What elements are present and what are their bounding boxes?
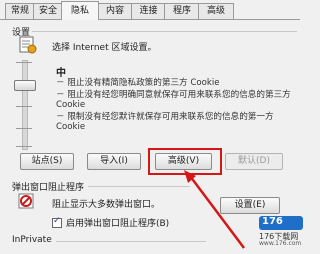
tab-security[interactable]: 安全	[33, 3, 63, 19]
default-button[interactable]: 默认(D)	[225, 153, 283, 170]
slider-tick	[16, 146, 32, 147]
level-description-2: － 阻止没有经您明确同意就保存可用来联系您的信息的第三方 Cookie	[56, 90, 291, 110]
watermark-url-text: www.176.com	[259, 240, 302, 247]
tab-connections[interactable]: 连接	[131, 3, 166, 19]
slider-tick	[16, 62, 32, 63]
tab-programs[interactable]: 程序	[164, 3, 200, 19]
level-description-1: － 阻止没有精简隐私政策的第三方 Cookie	[56, 78, 220, 88]
privacy-slider-track[interactable]	[22, 60, 28, 150]
privacy-level-label: 中	[56, 68, 66, 79]
advanced-button[interactable]: 高级(V)	[155, 153, 212, 170]
watermark-logo: 176 176下载网 www.176.com	[259, 214, 305, 248]
tab-strip: 常规 安全 隐私 内容 连接 程序 高级	[0, 0, 307, 20]
privacy-slider-thumb[interactable]	[14, 80, 36, 91]
watermark-logo-text: 176	[262, 216, 283, 227]
enable-popup-blocker-checkbox[interactable]	[52, 216, 62, 228]
tab-general[interactable]: 常规	[5, 3, 35, 19]
inprivate-group-label: InPrivate	[12, 235, 52, 245]
popup-block-icon	[18, 193, 34, 209]
tab-content[interactable]: 内容	[97, 3, 133, 19]
popup-group-line	[88, 186, 190, 187]
slider-tick	[16, 106, 32, 107]
annotation-arrow	[180, 170, 250, 251]
tab-advanced[interactable]: 高级	[198, 3, 234, 19]
privacy-zone-icon	[18, 36, 38, 54]
slider-tick	[16, 128, 32, 129]
zone-instruction: 选择 Internet 区域设置。	[52, 43, 157, 53]
settings-group-line	[32, 31, 297, 32]
tab-privacy[interactable]: 隐私	[61, 1, 99, 20]
enable-popup-blocker-label[interactable]: 启用弹出窗口阻止程序(B)	[66, 216, 169, 229]
import-button[interactable]: 导入(I)	[87, 153, 141, 170]
level-description-3: － 限制没有经您默许就保存可用来联系您的信息的第一方 Cookie	[56, 112, 274, 132]
tab-divider	[0, 19, 300, 20]
popup-group-label: 弹出窗口阻止程序	[12, 183, 85, 193]
popup-block-description: 阻止显示大多数弹出窗口。	[52, 200, 161, 210]
sites-button[interactable]: 站点(S)	[20, 153, 74, 170]
